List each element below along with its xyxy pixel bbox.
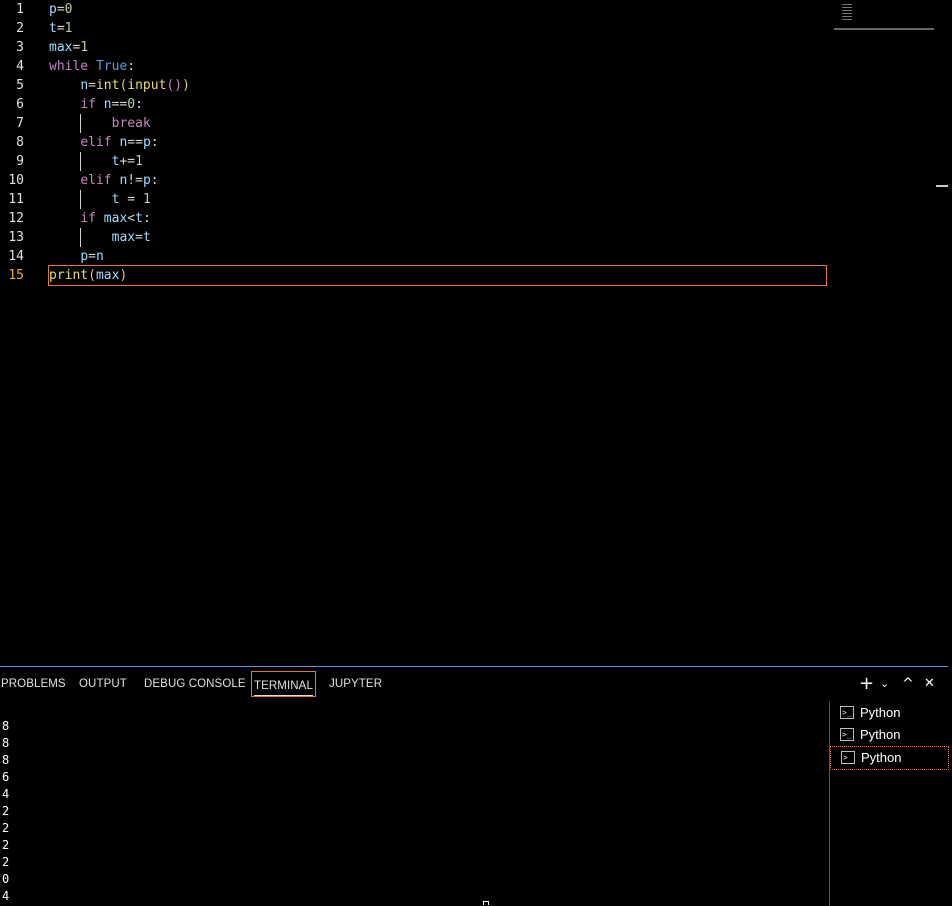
tab-problems[interactable]: PROBLEMS (1, 678, 66, 690)
line-number: 8 (16, 135, 24, 150)
code-line[interactable]: t=1 (49, 19, 826, 38)
indent-guide (79, 114, 81, 133)
code-line[interactable]: t+=1 (49, 152, 826, 171)
code-area[interactable]: p=0 t=1 max=1 while True: n=int(input())… (48, 0, 827, 286)
line-number: 9 (16, 154, 24, 169)
indent-guide (79, 190, 81, 209)
terminal-line: 8 (2, 753, 10, 767)
panel-tabs: PROBLEMS OUTPUT DEBUG CONSOLE TERMINAL J… (0, 667, 948, 705)
line-number: 3 (16, 40, 24, 55)
terminal-item[interactable]: >_ Python (830, 724, 949, 746)
terminal-item-label: Python (860, 705, 901, 720)
code-line[interactable]: p=n (49, 247, 826, 266)
terminal-line: 6 (2, 770, 10, 784)
terminal-line: 8 (2, 719, 10, 733)
terminal-line: 4 (2, 889, 10, 903)
terminal-item-selected[interactable]: > Python (830, 746, 949, 770)
code-line[interactable]: max=1 (49, 38, 826, 57)
code-line[interactable]: n=int(input()) (49, 76, 826, 95)
tab-output[interactable]: OUTPUT (79, 678, 127, 690)
maximize-panel-icon[interactable]: ^ (902, 676, 914, 692)
indent-guide (79, 152, 81, 171)
bottom-panel: PROBLEMS OUTPUT DEBUG CONSOLE TERMINAL J… (0, 666, 949, 906)
minimap-slider (842, 4, 852, 22)
terminal-icon: >_ (840, 706, 854, 719)
line-number: 10 (8, 173, 24, 188)
editor-scrollbar[interactable] (936, 0, 948, 666)
line-number-active: 15 (8, 268, 24, 283)
line-number: 5 (16, 78, 24, 93)
close-panel-icon[interactable]: ✕ (924, 676, 935, 691)
indent-guide (79, 228, 81, 247)
code-line[interactable]: t = 1 (49, 190, 826, 209)
minimap[interactable] (834, 0, 934, 30)
line-number: 13 (8, 230, 24, 245)
line-number: 2 (16, 21, 24, 36)
terminal-icon: >_ (840, 728, 854, 741)
terminal-line: 2 (2, 855, 10, 869)
terminal-line: 4 (2, 787, 10, 801)
line-number: 14 (8, 249, 24, 264)
terminal-item[interactable]: >_ Python (830, 702, 949, 724)
terminal-line: 0 (2, 872, 10, 886)
terminal-item-label: Python (861, 750, 902, 765)
tab-debug-console[interactable]: DEBUG CONSOLE (144, 678, 246, 690)
terminal-list: >_ Python >_ Python > Python (829, 702, 949, 906)
code-line-current[interactable]: print(max) (48, 265, 827, 286)
mouse-cursor (483, 901, 489, 905)
code-editor[interactable]: 1 2 3 4 5 6 7 8 9 10 11 12 13 14 15 p=0 … (0, 0, 948, 666)
code-line[interactable]: if max<t: (49, 209, 826, 228)
code-line[interactable]: while True: (49, 57, 826, 76)
code-line[interactable]: elif n==p: (49, 133, 826, 152)
terminal-line: 8 (2, 736, 10, 750)
line-number: 11 (8, 192, 24, 207)
terminal-item-label: Python (860, 727, 901, 742)
terminal-line: 2 (2, 821, 10, 835)
line-number: 4 (16, 59, 24, 74)
terminal-icon: > (841, 751, 855, 764)
line-number: 7 (16, 116, 24, 131)
scrollbar-thumb[interactable] (936, 185, 948, 187)
tab-terminal-label: TERMINAL (254, 680, 313, 696)
code-line[interactable]: elif n!=p: (49, 171, 826, 190)
terminal-line: 2 (2, 804, 10, 818)
terminal-line: 2 (2, 838, 10, 852)
line-number: 1 (16, 2, 24, 17)
line-number-gutter: 1 2 3 4 5 6 7 8 9 10 11 12 13 14 15 (0, 0, 40, 285)
code-line[interactable]: break (49, 114, 826, 133)
add-terminal-icon[interactable]: + (859, 673, 874, 694)
line-number: 6 (16, 97, 24, 112)
chevron-down-icon[interactable]: ⌄ (880, 677, 889, 690)
tab-terminal[interactable]: TERMINAL (251, 671, 316, 697)
code-line[interactable]: max=t (49, 228, 826, 247)
terminal-output[interactable]: 8 8 8 6 4 2 2 2 2 0 4 (2, 718, 9, 905)
tab-jupyter[interactable]: JUPYTER (329, 678, 382, 690)
code-line[interactable]: if n==0: (49, 95, 826, 114)
line-number: 12 (8, 211, 24, 226)
code-line[interactable]: p=0 (49, 0, 826, 19)
